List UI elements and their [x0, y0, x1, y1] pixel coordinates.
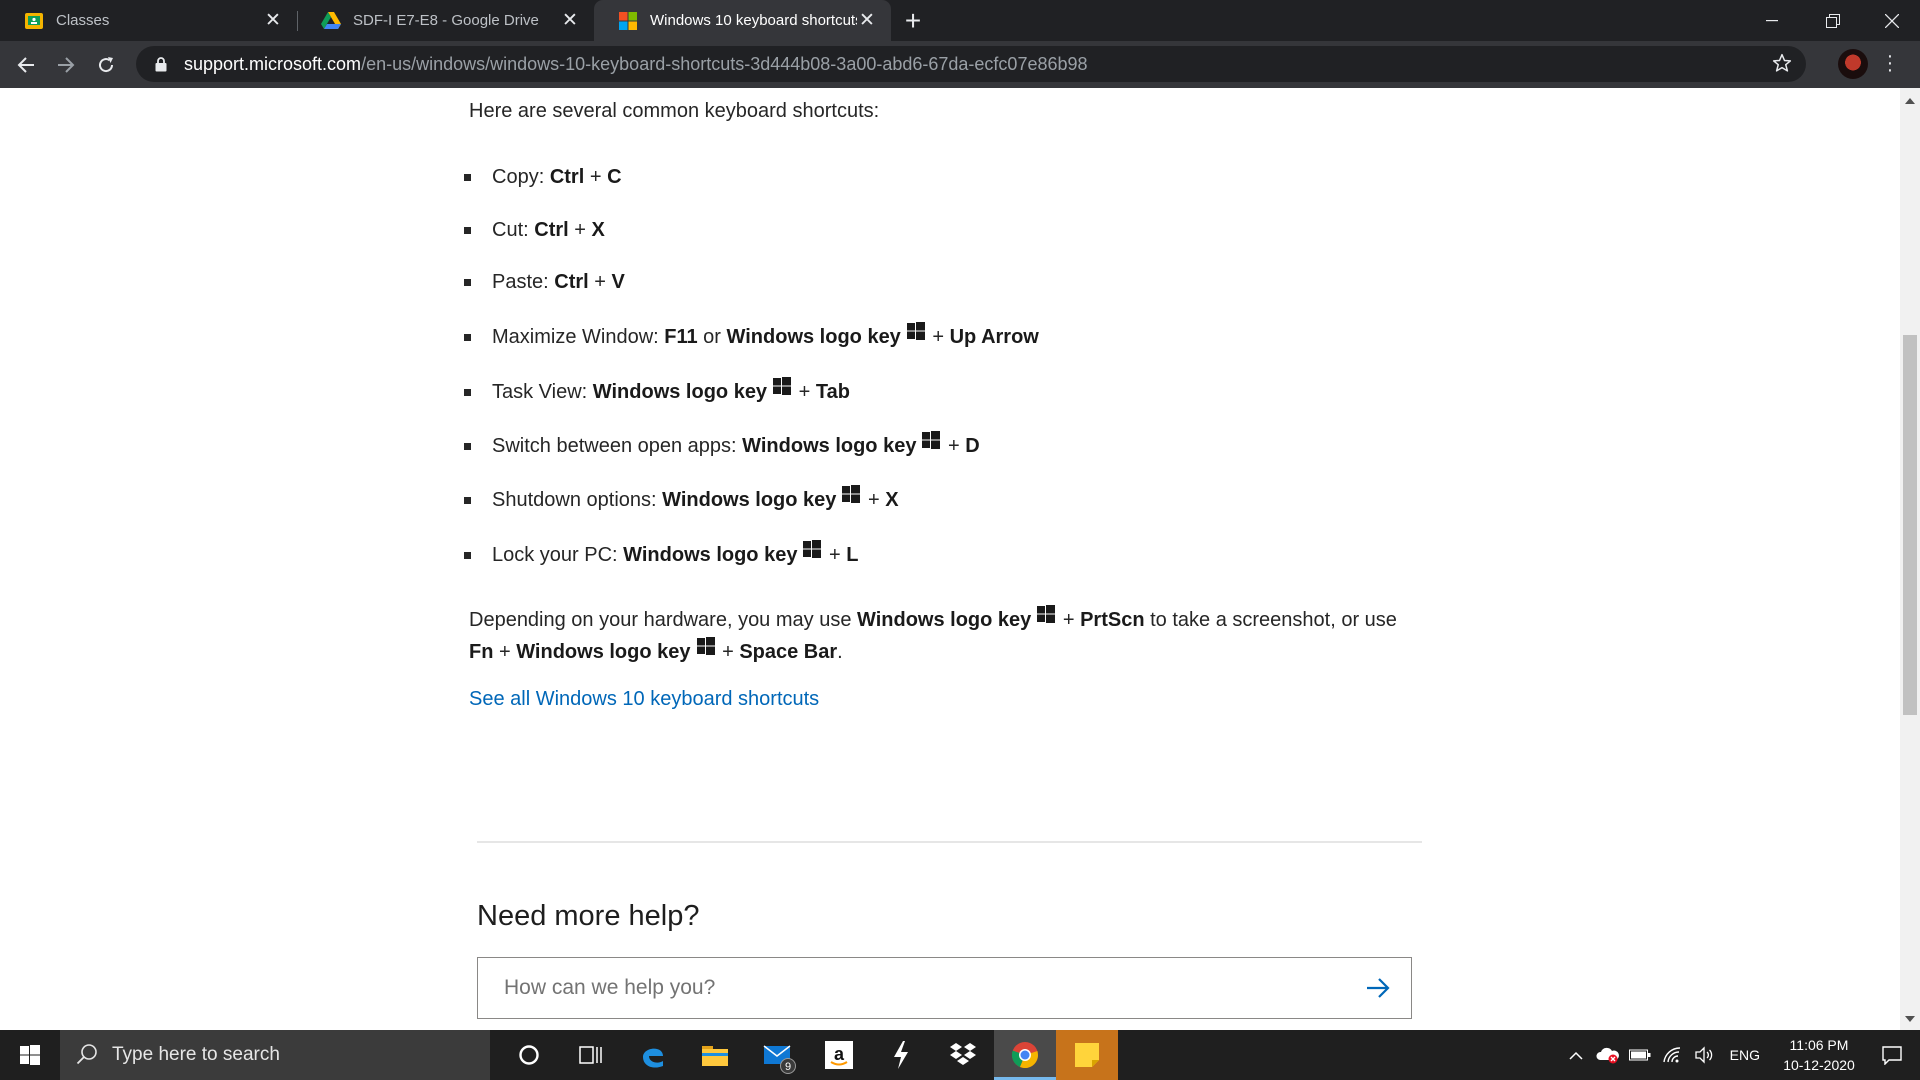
windows-start-icon [20, 1045, 40, 1065]
clock-time: 11:06 PM [1789, 1037, 1849, 1053]
minimize-icon[interactable] [1744, 0, 1800, 41]
url-host: support.microsoft.com [184, 53, 362, 74]
arrow-right-icon[interactable] [1365, 975, 1393, 1003]
back-icon[interactable] [6, 45, 46, 85]
help-search-input[interactable] [502, 975, 1322, 1001]
windows-logo-icon [922, 431, 941, 453]
browser-toolbar: support.microsoft.com/en-us/windows/wind… [0, 41, 1920, 88]
close-window-icon[interactable] [1864, 0, 1920, 41]
windows-logo-icon [1037, 605, 1056, 627]
search-icon [76, 1043, 100, 1067]
restore-icon[interactable] [1805, 0, 1861, 41]
system-tray: ENG 11:06 PM 10-12-2020 [1560, 1030, 1920, 1080]
mail-icon[interactable]: 9 [746, 1030, 808, 1080]
list-item: Lock your PC: Windows logo key + L [463, 540, 858, 569]
lock-icon[interactable] [152, 55, 170, 73]
browser-tabstrip: Classes ✕ SDF-I E7-E8 - Google Drive ✕ W… [0, 0, 1920, 41]
bookmark-star-icon[interactable] [1772, 53, 1794, 75]
forward-icon[interactable] [46, 45, 86, 85]
mail-badge: 9 [780, 1058, 796, 1074]
search-placeholder: Type here to search [112, 1044, 280, 1065]
windows-taskbar: Type here to search 9 a ENG 11:06 PM 10-… [0, 1030, 1920, 1080]
url-path: /en-us/windows/windows-10-keyboard-short… [361, 53, 1088, 74]
windows-logo-icon [906, 322, 925, 344]
start-button[interactable] [0, 1030, 60, 1080]
windows-logo-icon [696, 637, 715, 659]
tab-classes[interactable]: Classes ✕ [0, 0, 297, 41]
help-search-box [477, 957, 1412, 1019]
section-divider [477, 841, 1422, 843]
tab-title: Classes [56, 12, 110, 29]
google-classroom-icon [24, 11, 44, 31]
scroll-down-icon[interactable] [1905, 1016, 1915, 1022]
close-icon[interactable]: ✕ [263, 10, 283, 31]
volume-icon[interactable] [1690, 1030, 1718, 1080]
need-more-help-heading: Need more help? [477, 900, 700, 932]
notification-icon[interactable] [1878, 1030, 1906, 1080]
sticky-notes-icon[interactable] [1056, 1030, 1118, 1080]
web-page: Here are several common keyboard shortcu… [0, 88, 1900, 1030]
file-explorer-icon[interactable] [684, 1030, 746, 1080]
google-drive-icon [321, 11, 341, 31]
edge-icon[interactable] [622, 1030, 684, 1080]
onedrive-error-icon[interactable] [1594, 1030, 1622, 1080]
chevron-up-icon[interactable] [1562, 1030, 1590, 1080]
dropbox-icon[interactable] [932, 1030, 994, 1080]
list-item: Cut: Ctrl + X [464, 216, 605, 244]
new-tab-button[interactable]: + [891, 0, 935, 41]
reload-icon[interactable] [86, 45, 126, 85]
close-icon[interactable]: ✕ [560, 10, 580, 31]
list-item: Copy: Ctrl + C [464, 163, 622, 191]
clock-date: 10-12-2020 [1783, 1057, 1855, 1073]
browser-menu-icon[interactable]: · · · [1885, 46, 1895, 80]
close-icon[interactable]: ✕ [857, 10, 877, 31]
cortana-icon[interactable] [498, 1030, 560, 1080]
list-item: Shutdown options: Windows logo key + X [464, 485, 899, 514]
list-item: Task View: Windows logo key + Tab [464, 377, 850, 406]
wifi-icon[interactable] [1658, 1030, 1686, 1080]
tab-windows-shortcuts[interactable]: Windows 10 keyboard shortcuts ✕ [594, 0, 891, 41]
task-view-icon[interactable] [560, 1030, 622, 1080]
hardware-paragraph: Depending on your hardware, you may use … [469, 604, 1399, 668]
see-all-shortcuts-link[interactable]: See all Windows 10 keyboard shortcuts [469, 688, 819, 711]
tab-title: Windows 10 keyboard shortcuts [650, 12, 857, 29]
scrollbar-thumb[interactable] [1903, 335, 1917, 715]
tab-google-drive[interactable]: SDF-I E7-E8 - Google Drive ✕ [297, 0, 594, 41]
clock[interactable]: 11:06 PM 10-12-2020 [1774, 1035, 1864, 1075]
intro-text: Here are several common keyboard shortcu… [469, 100, 880, 122]
scroll-up-icon[interactable] [1905, 98, 1915, 104]
windows-logo-icon [842, 485, 861, 507]
language-indicator[interactable]: ENG [1730, 1047, 1760, 1063]
list-item: Paste: Ctrl + V [464, 268, 625, 296]
taskbar-search-box[interactable]: Type here to search [60, 1030, 490, 1080]
microsoft-logo-icon [618, 11, 638, 31]
list-item: Switch between open apps: Windows logo k… [464, 431, 980, 460]
address-bar[interactable]: support.microsoft.com/en-us/windows/wind… [136, 46, 1806, 82]
chrome-icon[interactable] [994, 1030, 1056, 1080]
list-item: Maximize Window: F11 or Windows logo key… [464, 322, 1039, 351]
windows-logo-icon [803, 540, 822, 562]
lightning-app-icon[interactable] [870, 1030, 932, 1080]
svg-text:a: a [834, 1044, 845, 1064]
tab-title: SDF-I E7-E8 - Google Drive [353, 12, 539, 29]
profile-avatar[interactable] [1838, 49, 1868, 79]
windows-logo-icon [773, 377, 792, 399]
battery-icon[interactable] [1626, 1030, 1654, 1080]
page-scrollbar[interactable] [1900, 88, 1920, 1030]
amazon-icon[interactable]: a [808, 1030, 870, 1080]
